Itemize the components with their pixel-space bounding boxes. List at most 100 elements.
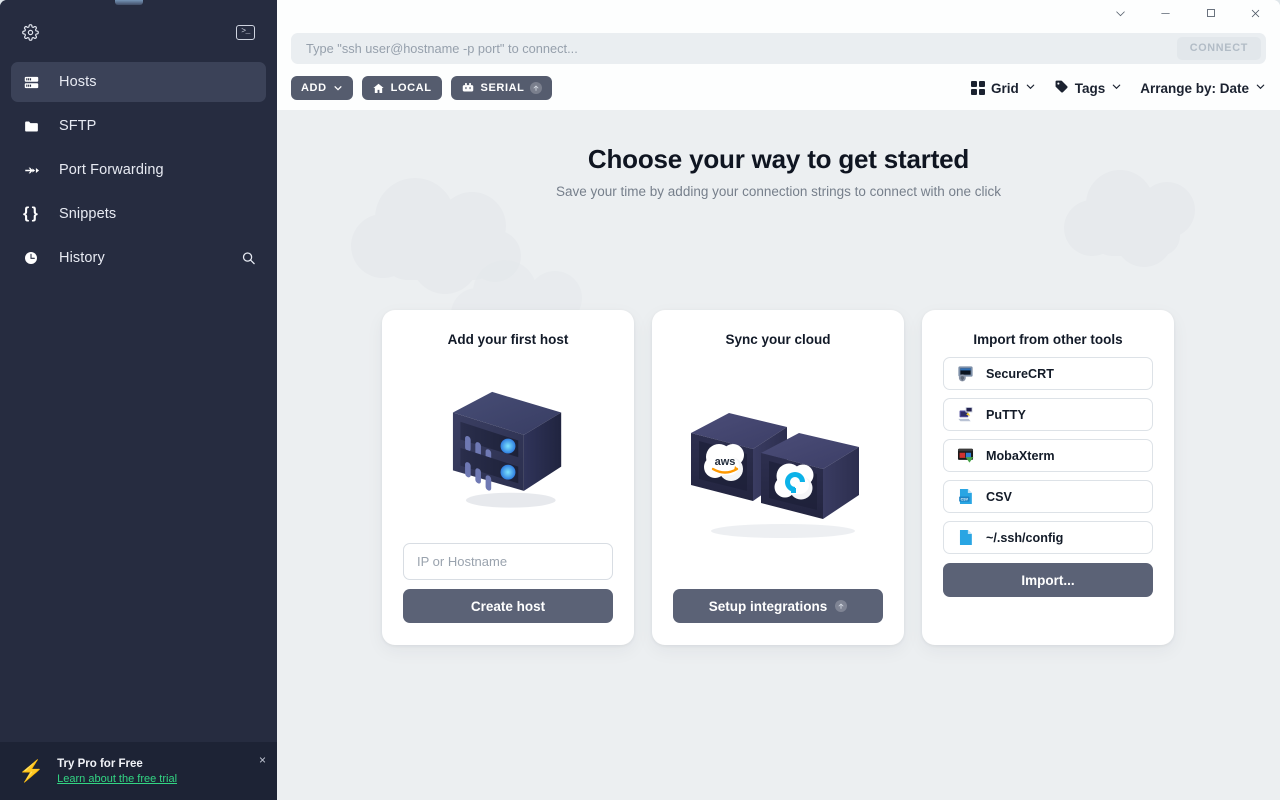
add-button[interactable]: ADD bbox=[291, 76, 353, 100]
csv-file-icon: CSV bbox=[956, 487, 975, 506]
local-label: LOCAL bbox=[390, 82, 432, 94]
arrange-by-control[interactable]: Arrange by: Date bbox=[1140, 81, 1266, 96]
card-sync-cloud: Sync your cloud aws Setup integrations bbox=[652, 310, 904, 645]
sidebar-item-label: Snippets bbox=[59, 206, 117, 222]
svg-text:aws: aws bbox=[715, 456, 736, 468]
app-window: >_ Hosts SFTP Port Forwarding {} Snippe… bbox=[0, 0, 1280, 800]
toolbar-left-group: ADD LOCAL SERIAL bbox=[291, 76, 553, 100]
import-item-putty[interactable]: PuTTY bbox=[943, 398, 1153, 431]
import-item-csv[interactable]: CSV CSV bbox=[943, 480, 1153, 513]
sidebar-item-label: Port Forwarding bbox=[59, 162, 164, 178]
sidebar-item-hosts[interactable]: Hosts bbox=[11, 62, 266, 102]
window-titlebar bbox=[277, 0, 1280, 26]
import-item-label: SecureCRT bbox=[986, 366, 1054, 381]
securecrt-icon bbox=[956, 364, 975, 383]
file-icon bbox=[956, 528, 975, 547]
promo-banner[interactable]: ⚡ Try Pro for Free Learn about the free … bbox=[0, 742, 277, 800]
import-button[interactable]: Import... bbox=[943, 563, 1153, 597]
card-title: Add your first host bbox=[447, 332, 569, 347]
import-list: SecureCRT PuTTY MobaXterm CSV CSV ~/.ssh… bbox=[943, 357, 1153, 554]
promo-link[interactable]: Learn about the free trial bbox=[57, 773, 177, 785]
import-item-securecrt[interactable]: SecureCRT bbox=[943, 357, 1153, 390]
chevron-down-icon[interactable] bbox=[1098, 0, 1143, 26]
sidebar-item-sftp[interactable]: SFTP bbox=[11, 106, 266, 146]
host-input[interactable] bbox=[403, 543, 613, 580]
import-item-label: ~/.ssh/config bbox=[986, 530, 1064, 545]
arrange-label: Arrange by: Date bbox=[1140, 80, 1249, 96]
grid-view-control[interactable]: Grid bbox=[970, 80, 1036, 96]
pro-badge-icon bbox=[835, 600, 848, 612]
tags-label: Tags bbox=[1074, 80, 1106, 96]
sidebar-item-history[interactable]: History bbox=[11, 238, 266, 278]
terminal-icon[interactable]: >_ bbox=[236, 24, 255, 40]
sidebar-item-label: SFTP bbox=[59, 118, 97, 134]
toolbar-right-group: Grid Tags Arrange by: Date bbox=[970, 79, 1266, 97]
grid-icon bbox=[970, 81, 985, 95]
card-import-tools: Import from other tools SecureCRT PuTTY … bbox=[922, 310, 1174, 645]
sidebar-header: >_ bbox=[0, 8, 277, 56]
home-icon bbox=[372, 82, 385, 95]
card-add-first-host: Add your first host IP or Hostname Creat… bbox=[382, 310, 634, 645]
tag-icon bbox=[1054, 79, 1069, 97]
folder-icon bbox=[23, 118, 45, 135]
search-bar-wrapper: CONNECT bbox=[277, 26, 1280, 70]
svg-text:CSV: CSV bbox=[961, 497, 969, 501]
local-button[interactable]: LOCAL bbox=[361, 76, 442, 100]
connect-button[interactable]: CONNECT bbox=[1176, 36, 1261, 60]
import-item-ssh-config[interactable]: ~/.ssh/config bbox=[943, 521, 1153, 554]
gear-icon[interactable] bbox=[22, 23, 39, 41]
import-item-label: CSV bbox=[986, 489, 1012, 504]
putty-icon bbox=[956, 405, 975, 424]
cards-row: Add your first host IP or Hostname Creat… bbox=[382, 310, 1174, 645]
sidebar-item-port-forwarding[interactable]: Port Forwarding bbox=[11, 150, 266, 190]
sidebar: >_ Hosts SFTP Port Forwarding {} Snippe… bbox=[0, 0, 277, 800]
search-input[interactable] bbox=[306, 40, 1177, 56]
search-bar[interactable]: CONNECT bbox=[291, 32, 1266, 64]
setup-integrations-button[interactable]: Setup integrations bbox=[673, 589, 883, 623]
maximize-button[interactable] bbox=[1188, 0, 1233, 26]
bolt-icon: ⚡ bbox=[18, 759, 45, 783]
usb-icon bbox=[461, 82, 475, 94]
serial-label: SERIAL bbox=[480, 82, 525, 94]
add-label: ADD bbox=[301, 82, 327, 94]
window-tab-indicator bbox=[115, 0, 143, 5]
chevron-down-icon bbox=[1255, 81, 1266, 95]
import-item-label: PuTTY bbox=[986, 407, 1026, 422]
sidebar-item-label: Hosts bbox=[59, 74, 97, 90]
tags-control[interactable]: Tags bbox=[1054, 79, 1123, 97]
search-icon[interactable] bbox=[241, 251, 256, 266]
card-title: Import from other tools bbox=[973, 332, 1123, 347]
cloud-boxes-illustration: aws bbox=[673, 351, 883, 580]
server-illustration bbox=[403, 351, 613, 543]
close-icon[interactable]: × bbox=[259, 754, 266, 766]
grid-label: Grid bbox=[990, 80, 1019, 96]
sidebar-item-snippets[interactable]: { } Snippets bbox=[11, 194, 266, 234]
chevron-down-icon bbox=[1025, 81, 1036, 95]
hero-headings: Choose your way to get started Save your… bbox=[277, 144, 1280, 199]
close-button[interactable] bbox=[1233, 0, 1278, 26]
server-icon bbox=[23, 74, 45, 91]
minimize-button[interactable] bbox=[1143, 0, 1188, 26]
create-host-button[interactable]: Create host bbox=[403, 589, 613, 623]
content-area: Choose your way to get started Save your… bbox=[277, 110, 1280, 800]
import-item-mobaxterm[interactable]: MobaXterm bbox=[943, 439, 1153, 472]
main-panel: CONNECT ADD LOCAL bbox=[277, 0, 1280, 800]
sidebar-nav: Hosts SFTP Port Forwarding {} Snippets … bbox=[0, 62, 277, 282]
page-subtitle: Save your time by adding your connection… bbox=[556, 184, 1001, 199]
card-title: Sync your cloud bbox=[725, 332, 831, 347]
promo-title: Try Pro for Free bbox=[57, 757, 143, 770]
setup-integrations-label: Setup integrations bbox=[708, 598, 828, 614]
clock-icon bbox=[23, 250, 45, 266]
toolbar: ADD LOCAL SERIAL Grid Tags Arrange by: D… bbox=[277, 70, 1280, 110]
mobaxterm-icon bbox=[956, 446, 975, 465]
import-item-label: MobaXterm bbox=[986, 448, 1055, 463]
chevron-down-icon bbox=[1111, 81, 1122, 95]
chevron-down-icon bbox=[333, 83, 343, 93]
pro-badge-icon bbox=[530, 82, 543, 94]
serial-button[interactable]: SERIAL bbox=[450, 76, 553, 100]
braces-icon: { } bbox=[23, 205, 38, 222]
arrows-icon bbox=[23, 162, 45, 179]
page-title: Choose your way to get started bbox=[587, 144, 970, 174]
sidebar-top-strip bbox=[0, 0, 277, 8]
sidebar-item-label: History bbox=[59, 250, 105, 266]
